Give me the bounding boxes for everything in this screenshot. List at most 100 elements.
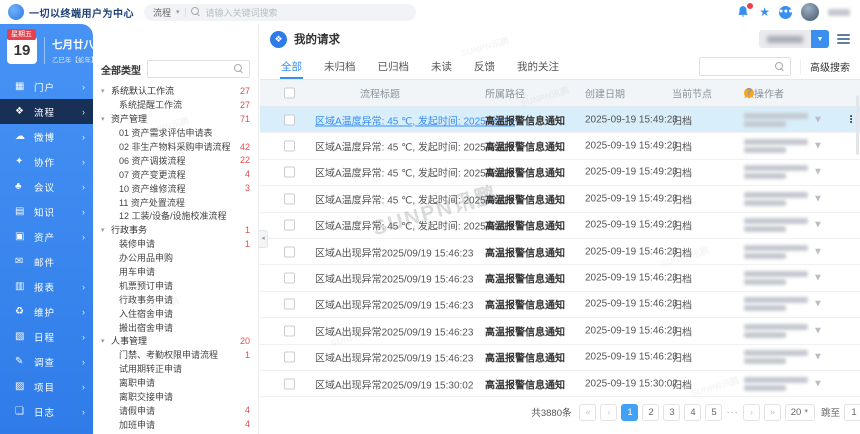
help-icon[interactable]: ? [744,88,754,98]
table-row[interactable]: 区域A温度异常: 45 ℃, 发起时间: 2025/09/19 15:49:23… [260,160,860,186]
tree-item[interactable]: 11 资产处置流程 [93,195,258,209]
tree-item[interactable]: 系统提醒工作流27 [93,98,258,112]
chevron-down-icon[interactable]: ▼ [813,246,823,257]
chevron-down-icon[interactable]: ▼ [813,193,823,204]
sidebar-item-knowledge[interactable]: ▤知识› [0,199,93,224]
sidebar-item-assets[interactable]: ▣资产› [0,224,93,249]
prev-page-button[interactable]: ‹ [600,404,617,421]
sidebar-item-maintenance[interactable]: ♻维护› [0,299,93,324]
panel-collapse-handle[interactable]: ◂ [259,230,268,248]
tree-item[interactable]: 请假申请4 [93,403,258,417]
table-row[interactable]: 区域A出现异常2025/09/19 15:46:23高温报警信息通知2025-0… [260,318,860,344]
row-checkbox[interactable] [284,114,295,125]
sidebar-item-reports[interactable]: ▥报表› [0,274,93,299]
row-checkbox[interactable] [284,273,295,284]
tree-item[interactable]: 入住宿舍申请 [93,306,258,320]
sidebar-item-workflow[interactable]: ❖流程› [0,99,93,124]
tree-item[interactable]: 办公用品申购 [93,251,258,265]
tree-item[interactable]: 试用期转正申请 [93,362,258,376]
table-row[interactable]: 区域A温度异常: 45 ℃, 发起时间: 2025/09/19 15:49:23… [260,133,860,159]
select-all-checkbox[interactable] [284,88,295,99]
table-row[interactable]: 区域A出现异常2025/09/19 15:30:02高温报警信息通知2025-0… [260,371,860,397]
sidebar-item-journal[interactable]: ❏日志› [0,399,93,424]
avatar[interactable] [801,3,819,21]
table-row[interactable]: 区域A温度异常: 45 ℃, 发起时间: 2025/09/19 15:49:23… [260,213,860,239]
new-request-button-redacted[interactable] [759,30,811,48]
tree-item[interactable]: 用车申请 [93,265,258,279]
new-request-split-button[interactable]: ▼ [759,30,829,48]
tree-group[interactable]: ▾人事管理20 [93,334,258,348]
row-menu-icon[interactable]: ⋮ [846,114,856,125]
first-page-button[interactable]: « [579,404,596,421]
notification-bell-button[interactable] [736,5,750,19]
chevron-down-icon[interactable]: ▼ [813,220,823,231]
row-checkbox[interactable] [284,220,295,231]
tab-archived[interactable]: 已归档 [367,54,421,79]
chevron-down-icon[interactable]: ▼ [813,325,823,336]
more-menu-button[interactable]: ●●● [779,6,792,19]
jump-to-input[interactable]: 1 [844,404,860,421]
tree-item[interactable]: 门禁、考勤权限申请流程1 [93,348,258,362]
sidebar-item-survey[interactable]: ✎调查› [0,349,93,374]
chevron-down-icon[interactable]: ▼ [813,167,823,178]
tab-following[interactable]: 我的关注 [506,54,570,79]
row-checkbox[interactable] [284,246,295,257]
row-checkbox[interactable] [284,378,295,389]
tree-group[interactable]: ▾资产管理71 [93,112,258,126]
table-row[interactable]: 区域A出现异常2025/09/19 15:46:23高温报警信息通知2025-0… [260,345,860,371]
chevron-down-icon[interactable]: ▼ [811,30,829,48]
last-page-button[interactable]: » [764,404,781,421]
row-checkbox[interactable] [284,352,295,363]
chevron-down-icon[interactable]: ▼ [813,378,823,389]
sidebar-item-mail[interactable]: ✉邮件 [0,249,93,274]
table-row[interactable]: 区域A出现异常2025/09/19 15:46:23高温报警信息通知2025-0… [260,292,860,318]
tree-item[interactable]: 10 资产维修流程3 [93,181,258,195]
tree-item[interactable]: 搬出宿舍申请 [93,320,258,334]
row-checkbox[interactable] [284,141,295,152]
next-page-button[interactable]: › [743,404,760,421]
chevron-down-icon[interactable]: ▼ [813,352,823,363]
table-row[interactable]: 区域A出现异常2025/09/19 15:46:23高温报警信息通知2025-0… [260,265,860,291]
page-button-1[interactable]: 1 [621,404,638,421]
global-search[interactable]: 流程 ▾ 请输入关键词搜索 [144,4,416,21]
page-button-2[interactable]: 2 [642,404,659,421]
sidebar-item-project[interactable]: ▨项目› [0,374,93,399]
tab-unarchived[interactable]: 未归档 [313,54,367,79]
tree-item[interactable]: 加班申请4 [93,417,258,431]
chevron-down-icon[interactable]: ▼ [813,141,823,152]
chevron-down-icon[interactable]: ▼ [813,114,823,125]
table-search-input[interactable] [699,57,791,76]
tree-item[interactable]: 装修申请1 [93,237,258,251]
table-row[interactable]: 区域A出现异常2025/09/19 15:46:23高温报警信息通知2025-0… [260,239,860,265]
favorite-star-button[interactable]: ★ [759,6,770,18]
tree-item[interactable]: 07 资产变更流程4 [93,167,258,181]
scrollbar[interactable] [856,95,859,155]
row-checkbox[interactable] [284,325,295,336]
tab-unread[interactable]: 未读 [420,54,463,79]
tree-item[interactable]: 06 资产调拨流程22 [93,153,258,167]
search-category[interactable]: 流程 [153,6,171,19]
chevron-down-icon[interactable]: ▼ [813,273,823,284]
tree-item[interactable]: 离职申请 [93,376,258,390]
tree-item[interactable]: 离职交接申请 [93,390,258,404]
tree-item[interactable]: 02 非生产物料采购申请流程42 [93,140,258,154]
table-row[interactable]: 区域A温度异常: 45 ℃, 发起时间: 2025/09/19 15:49:23… [260,107,860,133]
page-button-5[interactable]: 5 [705,404,722,421]
tree-item[interactable]: 行政事务申请 [93,292,258,306]
tree-item[interactable]: 01 资产需求评估申请表 [93,126,258,140]
sidebar-item-collaboration[interactable]: ✦协作› [0,149,93,174]
sidebar-item-portal[interactable]: ▦门户› [0,74,93,99]
advanced-search-link[interactable]: 高级搜索 [800,59,850,74]
row-checkbox[interactable] [284,167,295,178]
list-view-toggle-icon[interactable] [837,34,850,44]
sidebar-item-weibo[interactable]: ☁微博› [0,124,93,149]
row-checkbox[interactable] [284,193,295,204]
page-button-3[interactable]: 3 [663,404,680,421]
tab-all[interactable]: 全部 [270,54,313,79]
tree-item[interactable]: 12 工装/设备/设施校准流程 [93,209,258,223]
tab-feedback[interactable]: 反馈 [463,54,506,79]
page-button-4[interactable]: 4 [684,404,701,421]
table-row[interactable]: 区域A温度异常: 45 ℃, 发起时间: 2025/09/19 15:49:23… [260,186,860,212]
row-checkbox[interactable] [284,299,295,310]
chevron-down-icon[interactable]: ▼ [813,299,823,310]
